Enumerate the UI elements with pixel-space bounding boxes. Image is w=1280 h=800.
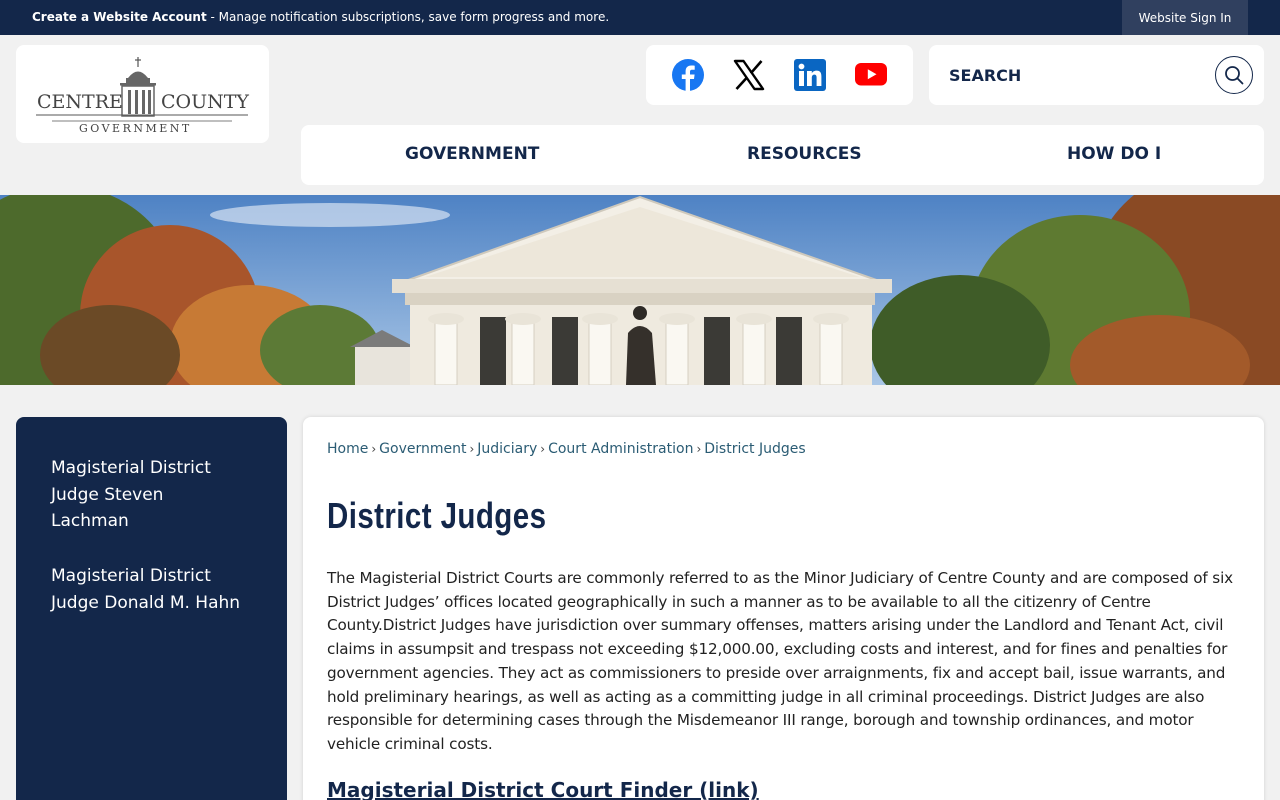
x-twitter-link[interactable] — [732, 58, 766, 92]
search-icon — [1225, 66, 1244, 85]
logo-text-county: COUNTY — [161, 91, 249, 113]
logo-text-government: GOVERNMENT — [79, 122, 192, 135]
youtube-link[interactable] — [854, 58, 888, 92]
breadcrumb-separator: › — [696, 442, 702, 456]
main-content: Home › Government › Judiciary › Court Administ… — [303, 417, 1264, 800]
social-links — [646, 45, 913, 105]
breadcrumb-government[interactable]: Government — [379, 441, 466, 457]
nav-item-government[interactable]: GOVERNMENT — [405, 144, 539, 164]
breadcrumb-district-judges[interactable]: District Judges — [704, 441, 805, 457]
breadcrumb-separator: › — [469, 442, 475, 456]
breadcrumb-separator: › — [371, 442, 377, 456]
breadcrumb-separator: › — [540, 442, 546, 456]
breadcrumb: Home › Government › Judiciary › Court Administ… — [327, 441, 806, 457]
breadcrumb-home[interactable]: Home — [327, 441, 368, 457]
logo-text-centre: CENTRE — [37, 91, 123, 113]
sidebar-item-judge-hahn[interactable]: Magisterial District Judge Donald M. Hah… — [51, 563, 241, 616]
website-sign-in-button[interactable]: Website Sign In — [1122, 0, 1248, 35]
create-account-description: - Manage notification subscriptions, sav… — [206, 10, 610, 24]
main-navigation: GOVERNMENT RESOURCES HOW DO I — [301, 125, 1264, 185]
courthouse-photo — [0, 195, 1280, 385]
x-icon — [733, 59, 765, 91]
linkedin-link[interactable] — [793, 58, 827, 92]
search-bar — [929, 45, 1264, 105]
youtube-icon — [855, 63, 887, 86]
site-logo[interactable]: CENTRE COUNTY GOVERNMENT — [16, 45, 269, 143]
hero-banner-image — [0, 195, 1280, 385]
sidebar-item-judge-lachman[interactable]: Magisterial District Judge Steven Lachma… — [51, 455, 241, 535]
nav-item-resources[interactable]: RESOURCES — [747, 144, 862, 164]
nav-item-how-do-i[interactable]: HOW DO I — [1067, 144, 1161, 164]
breadcrumb-court-administration[interactable]: Court Administration — [548, 441, 693, 457]
page-body-text: The Magisterial District Courts are comm… — [327, 569, 1233, 753]
breadcrumb-judiciary[interactable]: Judiciary — [477, 441, 537, 457]
facebook-icon — [672, 59, 704, 91]
top-bar: Create a Website Account - Manage notifi… — [0, 0, 1280, 35]
facebook-link[interactable] — [671, 58, 705, 92]
linkedin-icon — [794, 59, 826, 91]
sidebar-navigation: Magisterial District Judge Steven Lachma… — [16, 417, 287, 800]
create-account-link[interactable]: Create a Website Account - Manage notifi… — [32, 10, 609, 24]
page-title: District Judges — [327, 495, 547, 536]
search-button[interactable] — [1215, 56, 1253, 94]
search-input[interactable] — [949, 63, 1199, 87]
court-finder-link[interactable]: Magisterial District Court Finder (link) — [327, 778, 759, 800]
create-account-label[interactable]: Create a Website Account — [32, 10, 207, 24]
